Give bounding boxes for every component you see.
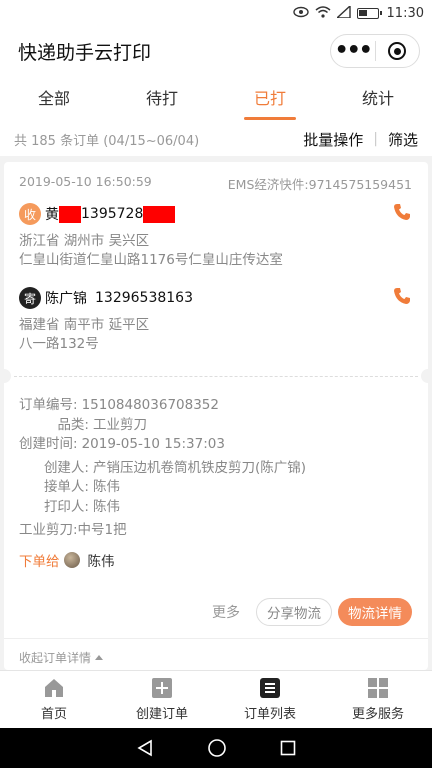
nav-more-services-label: 更多服务 xyxy=(351,707,404,722)
ticket-notch xyxy=(421,369,432,383)
divider xyxy=(4,638,428,639)
page-title: 快递助手云打印 xyxy=(18,41,152,64)
status-bar: 11:30 xyxy=(0,0,432,26)
nav-create-order[interactable]: 创建订单 xyxy=(108,671,216,728)
order-details: 订单编号: 1510848036708352 品类: 工业剪刀 创建时间: 2019-… xyxy=(19,396,306,541)
close-miniapp-button[interactable] xyxy=(376,35,420,67)
receiver-name: 黄 xyxy=(45,207,59,223)
plus-icon xyxy=(152,678,172,698)
more-button[interactable]: 更多 xyxy=(212,602,240,622)
express-number: EMS经济快件:9714575159451 xyxy=(227,177,412,192)
redaction-mark xyxy=(59,205,81,223)
sender-region: 福建省 南平市 延平区 xyxy=(19,317,150,333)
list-icon xyxy=(260,678,280,698)
nav-home[interactable]: 首页 xyxy=(0,671,108,728)
tab-printed[interactable]: 已打 xyxy=(216,76,324,122)
status-time: 11:30 xyxy=(386,5,424,21)
receiver-badge: 收 xyxy=(19,203,41,225)
receiver-street: 仁皇山街道仁皇山路1176号仁皇山庄传达室 xyxy=(19,252,283,268)
sender-name: 陈广锦 xyxy=(45,291,87,307)
sender-street: 八一路132号 xyxy=(19,336,99,352)
call-receiver-icon[interactable] xyxy=(392,202,412,222)
redaction-mark xyxy=(143,205,176,223)
assign-row: 下单给 陈伟 xyxy=(19,550,115,570)
sender-phone: 13296538163 xyxy=(95,290,193,306)
order-count: 共 185 条订单 (04/15~06/04) xyxy=(14,133,200,149)
collapse-label: 收起订单详情 xyxy=(19,651,92,665)
sender-badge: 寄 xyxy=(19,287,41,309)
grid-icon xyxy=(368,678,388,698)
more-dots-icon: ••• xyxy=(334,38,373,63)
collapse-details-button[interactable]: 收起订单详情 xyxy=(19,649,104,666)
signal-icon xyxy=(334,3,351,21)
order-tabs: 全部 待打 已打 统计 xyxy=(0,76,432,122)
system-nav-bar xyxy=(0,728,432,768)
logistics-detail-button[interactable]: 物流详情 xyxy=(338,598,412,626)
tab-to-print[interactable]: 待打 xyxy=(108,76,216,122)
home-circle-icon[interactable] xyxy=(207,738,227,758)
nav-home-label: 首页 xyxy=(40,707,67,722)
wifi-icon xyxy=(315,5,331,21)
nav-order-list-label: 订单列表 xyxy=(243,707,296,722)
bottom-nav: 首页 创建订单 订单列表 更多服务 xyxy=(0,670,432,728)
goods-note: 工业剪刀:中号1把 xyxy=(19,522,127,538)
recents-icon[interactable] xyxy=(280,740,296,756)
avatar xyxy=(63,552,80,568)
creator-label: 创建人: xyxy=(43,459,89,476)
ticket-notch xyxy=(0,369,11,383)
eye-icon xyxy=(292,6,309,21)
nav-more-services[interactable]: 更多服务 xyxy=(324,671,432,728)
assign-label: 下单给 xyxy=(19,554,60,570)
created-time-label: 创建时间: xyxy=(19,436,78,452)
order-time: 2019-05-10 16:50:59 xyxy=(19,174,152,189)
call-sender-icon[interactable] xyxy=(392,286,412,306)
receiver-region: 浙江省 湖州市 吴兴区 xyxy=(19,233,150,249)
sender-block: 寄 陈广锦 13296538163 福建省 南平市 延平区 八一路132号 xyxy=(19,286,412,354)
creator-value: 产销压边机卷筒机铁皮剪刀(陈广锦) xyxy=(93,459,307,476)
nav-order-list[interactable]: 订单列表 xyxy=(216,671,324,728)
order-actions: 更多 分享物流 物流详情 xyxy=(212,598,412,626)
category-value: 工业剪刀 xyxy=(93,416,147,433)
target-icon xyxy=(388,42,407,60)
order-card: 2019-05-10 16:50:59 EMS经济快件:971457515945… xyxy=(0,162,432,670)
assign-name: 陈伟 xyxy=(87,554,115,570)
batch-operation-button[interactable]: 批量操作 xyxy=(303,129,363,150)
order-number-value: 1510848036708352 xyxy=(81,397,219,413)
tab-all[interactable]: 全部 xyxy=(0,76,108,122)
printer-label: 打印人: xyxy=(43,498,89,515)
nav-create-order-label: 创建订单 xyxy=(135,707,188,722)
home-icon xyxy=(45,679,63,697)
created-time-value: 2019-05-10 15:37:03 xyxy=(81,436,225,452)
caret-up-icon xyxy=(95,655,104,660)
share-logistics-button[interactable]: 分享物流 xyxy=(256,598,332,626)
more-menu-button[interactable]: ••• xyxy=(331,35,375,67)
app-header: 快递助手云打印 ••• xyxy=(0,26,432,76)
receiver-staff-label: 接单人: xyxy=(43,479,89,495)
summary-bar: 共 185 条订单 (04/15~06/04) 批量操作 | 筛选 xyxy=(0,122,432,156)
miniapp-capsule: ••• xyxy=(330,34,420,68)
filter-button[interactable]: 筛选 xyxy=(388,129,418,150)
back-icon[interactable] xyxy=(136,739,154,757)
tab-statistics[interactable]: 统计 xyxy=(324,76,432,122)
divider xyxy=(14,376,418,377)
receiver-block: 收 黄 1395728 浙江省 湖州市 吴兴区 仁皇山街道仁皇山路1176号仁皇… xyxy=(19,202,412,270)
receiver-phone: 1395728 xyxy=(81,206,144,222)
order-number-label: 订单编号: xyxy=(19,397,78,413)
receiver-staff-value: 陈伟 xyxy=(93,479,120,495)
printer-value: 陈伟 xyxy=(93,498,120,515)
category-label: 品类: xyxy=(57,416,89,433)
battery-icon xyxy=(356,7,382,19)
